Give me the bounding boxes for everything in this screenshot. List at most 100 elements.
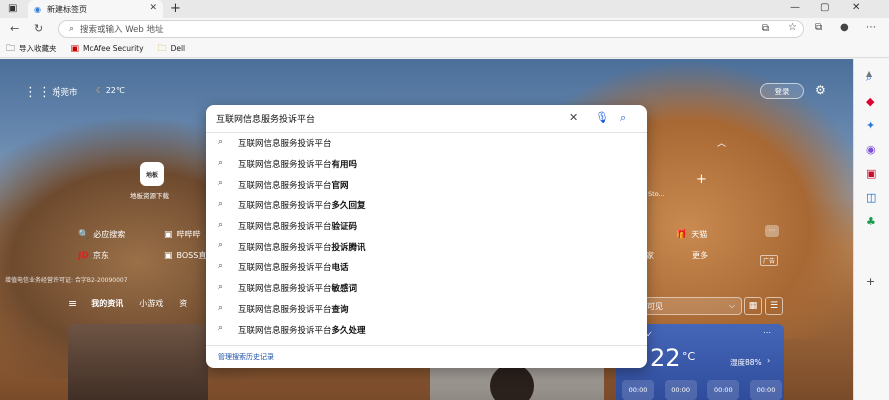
tab-new[interactable]: ◉ 新建标签页 ✕ [28,0,163,18]
suggestion-item[interactable]: ⌕ 互联网信息服务投诉平台 多久回复 [206,195,647,216]
quick-link[interactable]: ▣ BOSS直 [164,250,206,261]
news-card[interactable] [68,324,208,400]
city-label[interactable]: 东莞市 [52,86,78,98]
suggestion-item[interactable]: ⌕ 互联网信息服务投诉平台 电话 [206,257,647,278]
edge-icon: ◉ [34,4,41,14]
tile-label: Sto... [648,190,665,198]
outlook-icon[interactable]: ◫ [866,191,876,204]
add-site-icon[interactable]: + [696,172,707,187]
collections-icon[interactable]: ⧉ [815,22,822,33]
site-icon: ▣ [164,229,173,240]
suggestion-base: 互联网信息服务投诉平台 [238,160,332,171]
forecast-item: 00:00 [707,380,740,400]
toolbar: ← ↻ ⌕ 搜索或输入 Web 地址 ⧉ ☆ ⧉ ● ⋯ [0,18,889,40]
search-icon: ⌕ [218,261,224,272]
refresh-icon[interactable]: ↻ [34,22,43,35]
profile-icon[interactable]: ● [840,22,849,33]
tab-my-news[interactable]: 我的资讯 [91,298,123,309]
more-menu-icon[interactable]: ⋯ [866,22,876,33]
login-button[interactable]: 登录 [760,83,804,99]
games-icon[interactable]: ◉ [866,143,876,156]
edge-sidebar: ▲ ⌕ ◆ ✦ ◉ ▣ ◫ ♣ + [853,59,889,400]
search-icon[interactable]: ⌕ [620,111,626,125]
quick-tile[interactable]: 地板 [140,162,164,186]
back-icon[interactable]: ← [10,22,19,35]
app-available-icon[interactable]: ⧉ [762,23,769,34]
more-options-icon[interactable]: ⋯ [765,225,779,237]
quick-link[interactable]: 更多 [692,250,708,261]
suggestion-item[interactable]: ⌕ 互联网信息服务投诉平台 [206,133,647,154]
tab-actions-icon[interactable]: ▣ [8,3,17,14]
license-footnote: 增值电信业务经营许可证: 合字B2-20090007 [5,277,128,284]
bookmarks-bar: 🗀 导入收藏夹 ▣ McAfee Security 🗀 Dell [0,40,889,58]
search-input[interactable]: 互联网信息服务投诉平台 ✕ 🎙 ⌕ [206,105,647,131]
suggestion-item[interactable]: ⌕ 互联网信息服务投诉平台 验证码 [206,216,647,237]
close-icon[interactable]: ✕ [149,3,157,13]
visibility-select[interactable]: 可见 ⌵ [642,297,742,315]
search-icon: ⌕ [218,219,224,230]
search-suggestions: 互联网信息服务投诉平台 ✕ 🎙 ⌕ ⌕ 互联网信息服务投诉平台 ⌕ 互联网信息服务投… [206,105,647,368]
suggestion-item[interactable]: ⌕ 互联网信息服务投诉平台 官网 [206,174,647,195]
forecast-item: 00:00 [664,380,697,400]
suggestion-item[interactable]: ⌕ 互联网信息服务投诉平台 有用吗 [206,154,647,175]
chevron-down-icon: ⌵ [728,301,735,310]
chevron-up-icon[interactable]: ︿ [717,136,726,149]
office-icon[interactable]: ▣ [866,167,876,180]
suggestion-base: 互联网信息服务投诉平台 [238,325,332,336]
minimize-icon[interactable]: — [790,2,800,13]
suggestion-suffix: 多久处理 [331,325,366,336]
mcafee-icon: ▣ [70,43,80,54]
shopping-icon[interactable]: ◆ [866,95,874,108]
bookmark-mcafee[interactable]: ▣ McAfee Security [71,44,144,54]
suggestion-suffix: 敏感词 [331,284,358,295]
manage-history-link[interactable]: 管理搜索历史记录 [218,352,274,362]
address-bar[interactable]: ⌕ 搜索或输入 Web 地址 ⧉ [58,20,804,38]
tab-other[interactable]: 资 [179,298,187,309]
forecast-row: 00:00 00:00 00:00 00:00 [622,380,782,400]
microphone-icon[interactable]: 🎙 [595,111,609,124]
suggestion-suffix: 验证码 [331,222,358,233]
chevron-right-icon[interactable]: › [767,356,770,365]
quick-link[interactable]: 🎁 天猫 [676,229,707,240]
grid-view-button[interactable]: ▦ [744,297,762,315]
suggestion-item[interactable]: ⌕ 互联网信息服务投诉平台 查询 [206,299,647,320]
search-icon: 🔍 [78,229,90,240]
suggestion-item[interactable]: ⌕ 互联网信息服务投诉平台 敏感词 [206,278,647,299]
maximize-icon[interactable]: ▢ [820,2,829,13]
close-window-icon[interactable]: ✕ [852,2,860,13]
favorites-star-icon[interactable]: ☆ [788,22,797,33]
menu-icon[interactable]: ≡ [68,297,77,310]
temperature: 22℃ [105,86,125,95]
add-icon[interactable]: + [866,275,875,288]
bookmark-dell[interactable]: 🗀 Dell [158,41,186,57]
search-icon: ⌕ [218,281,224,292]
new-tab-button[interactable]: + [170,1,181,16]
site-icon: ▣ [164,250,173,261]
clear-icon[interactable]: ✕ [569,111,578,124]
weather-indicator[interactable]: ☾ 22℃ [96,86,125,95]
suggestion-base: 互联网信息服务投诉平台 [238,242,332,253]
quick-link-label: BOSS直 [176,251,207,260]
tab-mini-games[interactable]: 小游戏 [139,298,163,309]
list-view-button[interactable]: ☰ [765,297,783,315]
suggestion-suffix: 查询 [331,304,349,315]
more-options-icon[interactable]: ⋯ [763,328,771,337]
tab-title: 新建标签页 [46,4,87,14]
quick-link[interactable]: JD 京东 [78,250,109,261]
visibility-label: 可见 [647,301,663,311]
search-icon: ⌕ [218,137,224,147]
weather-temp: 22 [650,344,681,372]
bookmark-import[interactable]: 🗀 导入收藏夹 [6,41,57,57]
tree-icon[interactable]: ♣ [866,215,876,228]
quick-link[interactable]: 家 [646,250,654,261]
quick-link[interactable]: 🔍 必应搜索 [78,229,125,240]
suggestion-item[interactable]: ⌕ 互联网信息服务投诉平台 投诉腾讯 [206,236,647,257]
news-tabs: ≡ 我的资讯 小游戏 资 [68,297,203,310]
divider [206,345,647,346]
chevron-down-icon: ✓ [646,330,653,339]
gear-icon[interactable]: ⚙ [815,83,826,97]
tools-icon[interactable]: ✦ [866,119,875,132]
suggestion-item[interactable]: ⌕ 互联网信息服务投诉平台 多久处理 [206,319,647,340]
quick-link[interactable]: ▣ 哔哔哔 [164,229,201,240]
search-icon[interactable]: ⌕ [866,71,872,85]
